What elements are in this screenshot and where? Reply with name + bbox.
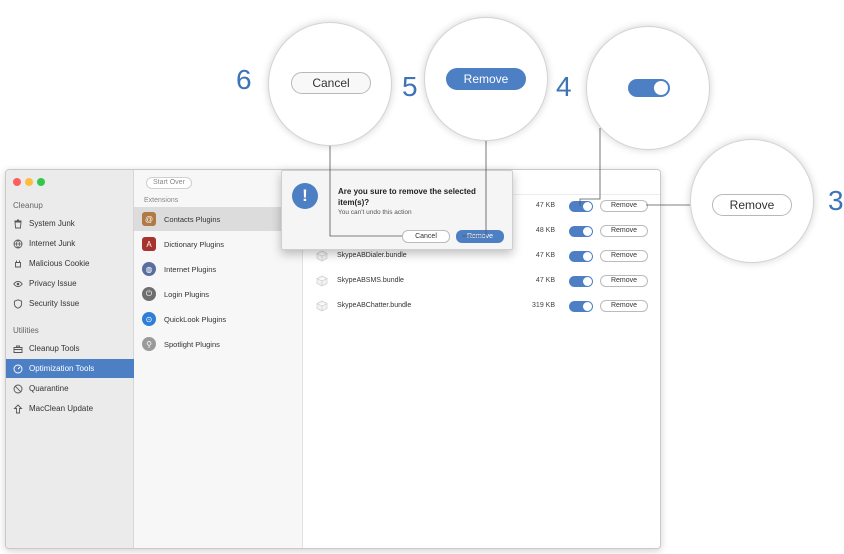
callout-connectors — [329, 128, 690, 237]
zoomed-remove-button-white: Remove — [712, 194, 792, 216]
step-number-6: 6 — [236, 64, 252, 95]
zoom-callout-cancel: Cancel — [268, 22, 392, 146]
zoomed-cancel-button: Cancel — [291, 72, 371, 94]
zoom-callout-remove-row: Remove — [690, 139, 814, 263]
zoomed-enable-toggle — [628, 79, 670, 97]
step-number-4: 4 — [556, 71, 572, 102]
zoom-callout-remove-dialog: Remove — [424, 17, 548, 141]
step-number-3: 3 — [828, 185, 844, 216]
zoomed-remove-button-blue: Remove — [446, 68, 526, 90]
step-number-5: 5 — [402, 71, 418, 102]
zoom-callout-toggle — [586, 26, 710, 150]
